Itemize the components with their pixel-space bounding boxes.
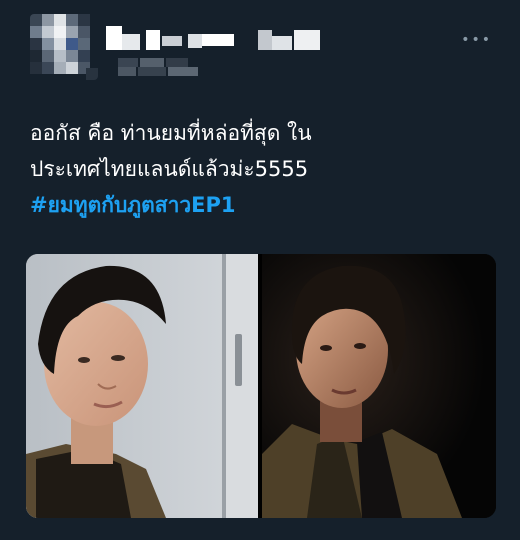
photo-right-image [262, 254, 496, 518]
avatar[interactable] [30, 14, 98, 80]
tweet-text-line-2: ประเทศไทยแลนด์แล้วม่ะ5555 [30, 157, 309, 181]
media-grid [26, 254, 496, 518]
photo-right[interactable] [262, 254, 496, 518]
username-handle[interactable] [118, 58, 214, 76]
hashtag-link[interactable]: #ยมทูตกับภูตสาวEP1 [30, 190, 236, 220]
photo-left-image [26, 254, 258, 518]
display-name-suffix [258, 26, 322, 50]
more-horizontal-icon: ••• [461, 32, 492, 48]
tweet-text-line-1: ออกัส คือ ท่านยมที่หล่อที่สุด ใน [30, 121, 312, 145]
tweet: ••• ออกัส คือ ท่านยมที่หล่อที่สุด ใน ประ… [0, 0, 520, 540]
display-name[interactable] [106, 26, 234, 50]
photo-left[interactable] [26, 254, 258, 518]
more-options-button[interactable]: ••• [461, 32, 492, 48]
